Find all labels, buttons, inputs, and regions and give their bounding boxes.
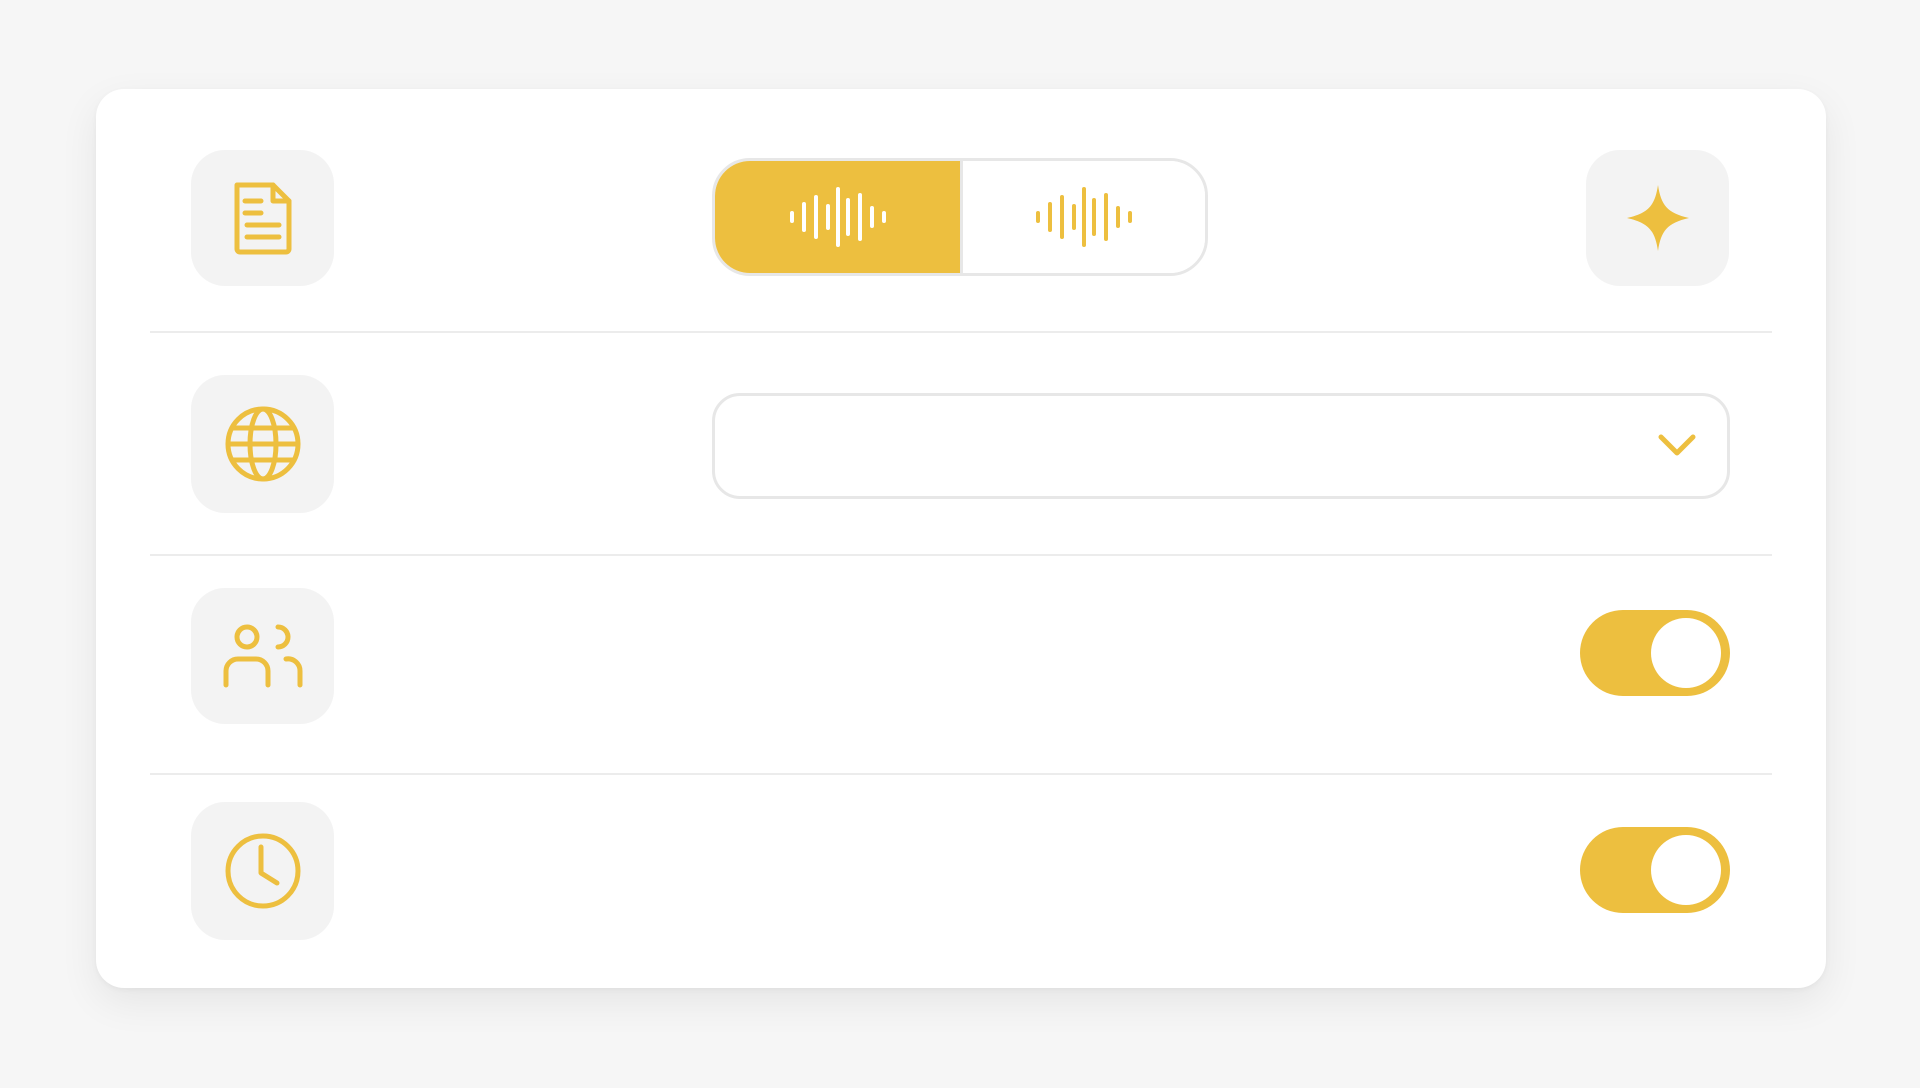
toggle-knob [1651, 835, 1721, 905]
clock-icon-tile [191, 802, 334, 940]
document-icon [234, 182, 291, 255]
chevron-down-icon [1658, 434, 1696, 456]
globe-icon-tile [191, 375, 334, 513]
language-select[interactable] [712, 393, 1730, 499]
users-icon-tile [191, 588, 334, 724]
settings-card [96, 89, 1826, 988]
sparkle-icon [1626, 185, 1689, 251]
audio-mode-option-2[interactable] [960, 161, 1205, 273]
row-audio-mode [96, 89, 1826, 329]
document-icon-tile [191, 150, 334, 286]
users-icon [223, 624, 303, 688]
clock-icon [225, 833, 300, 909]
audio-mode-option-1[interactable] [715, 161, 960, 273]
sparkle-button[interactable] [1586, 150, 1729, 286]
waveform-icon [1036, 187, 1132, 247]
sharing-toggle[interactable] [1580, 610, 1730, 696]
globe-icon [225, 406, 300, 482]
toggle-knob [1651, 618, 1721, 688]
waveform-icon [789, 187, 886, 247]
row-sharing [96, 556, 1826, 774]
row-history [96, 775, 1826, 988]
audio-mode-segmented-control [712, 158, 1208, 276]
history-toggle[interactable] [1580, 827, 1730, 913]
